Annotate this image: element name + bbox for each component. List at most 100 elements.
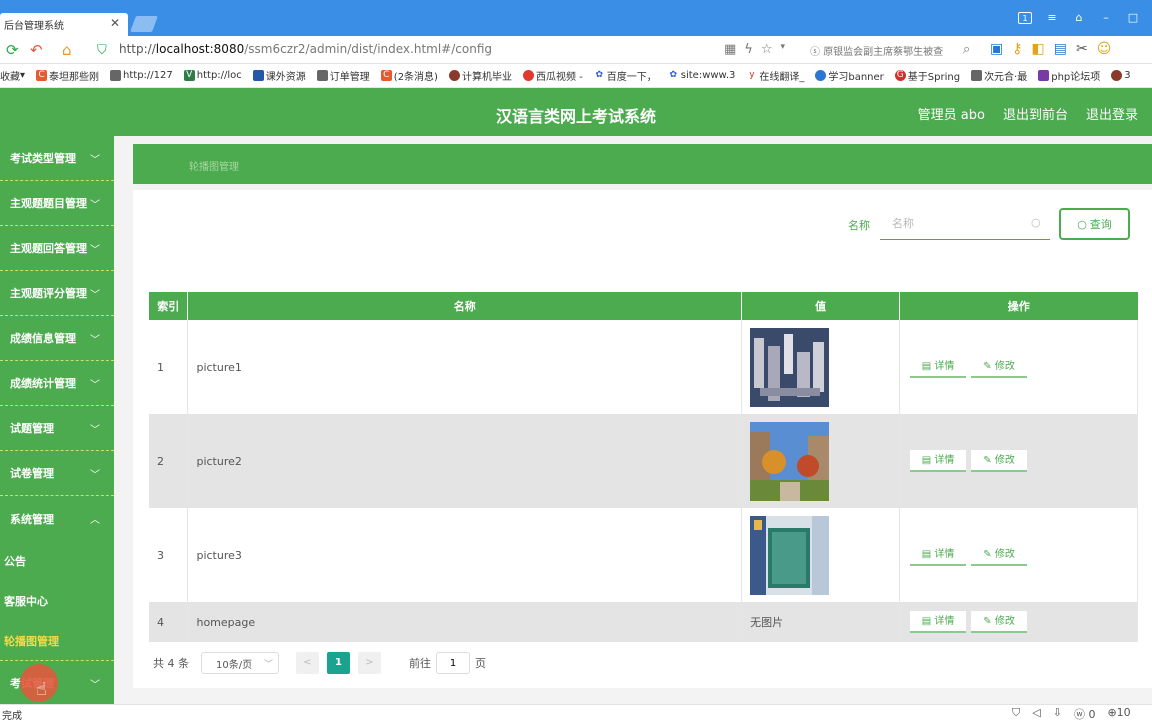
sidebar-subitem-service[interactable]: 客服中心 bbox=[0, 581, 114, 621]
qrcode-icon[interactable]: ▦ bbox=[724, 42, 736, 57]
chevron-down-icon[interactable]: ▾ bbox=[781, 42, 786, 57]
thumbnail-image[interactable] bbox=[750, 421, 830, 501]
bookmark-icon: G bbox=[894, 70, 906, 81]
download-icon[interactable]: ⇩ bbox=[1053, 706, 1062, 720]
key-icon[interactable]: ⚷ bbox=[1012, 41, 1022, 57]
bookmark-item[interactable]: C 泰坦那些刚 bbox=[36, 68, 99, 83]
refresh-icon[interactable]: ⟳ bbox=[6, 42, 19, 58]
sidebar-item-system[interactable]: 系统管理 ︿ bbox=[0, 496, 114, 541]
sidebar-item-subjective-answers[interactable]: 主观题回答管理 ﹀ bbox=[0, 226, 114, 271]
emoji-icon[interactable]: ☺ bbox=[1097, 41, 1112, 57]
detail-button[interactable]: ▤ 详情 bbox=[910, 544, 967, 566]
sidebar-item-questions[interactable]: 试题管理 ﹀ bbox=[0, 406, 114, 451]
zoom-icon[interactable]: ⊕10 bbox=[1107, 706, 1130, 720]
bookmark-item[interactable]: 订单管理 bbox=[316, 68, 370, 83]
logout-link[interactable]: 退出登录 bbox=[1086, 104, 1138, 123]
table-header: 索引 名称 值 操作 bbox=[149, 292, 1138, 320]
close-icon[interactable]: ✕ bbox=[110, 16, 120, 30]
bookmark-item[interactable]: 计算机毕业 bbox=[448, 68, 512, 83]
thumbnail-image[interactable] bbox=[750, 515, 830, 595]
translate-icon[interactable]: ▣ bbox=[990, 41, 1003, 57]
sidebar-item-subjective-questions[interactable]: 主观题题目管理 ﹀ bbox=[0, 181, 114, 226]
address-bar: ⟳ ↶ ⌂ ⛉ http://localhost:8080/ssm6czr2/a… bbox=[0, 36, 1152, 64]
detail-button[interactable]: ▤ 详情 bbox=[910, 450, 967, 472]
skin-icon[interactable]: ⌂ bbox=[1072, 12, 1086, 24]
search-engine-icon: ⓢ bbox=[810, 47, 824, 58]
bookmark-item[interactable]: 次元合·最 bbox=[971, 68, 1027, 83]
document-icon: ▤ bbox=[921, 616, 935, 627]
page-number-button[interactable]: 1 bbox=[327, 652, 350, 674]
url-field[interactable]: http://localhost:8080/ssm6czr2/admin/dis… bbox=[119, 42, 492, 56]
scissors-icon[interactable]: ✂ bbox=[1076, 41, 1088, 57]
sidebar-item-papers[interactable]: 试卷管理 ﹀ bbox=[0, 451, 114, 496]
undo-icon[interactable]: ↶ bbox=[30, 42, 43, 58]
sidebar-subitem-carousel[interactable]: 轮播图管理 bbox=[0, 621, 114, 661]
new-tab-button[interactable] bbox=[130, 16, 158, 32]
bookmark-item[interactable]: http://127 bbox=[110, 70, 173, 81]
counter-icon[interactable]: ⓦ 0 bbox=[1074, 706, 1096, 720]
menu-icon[interactable]: ≡ bbox=[1045, 12, 1059, 24]
minimize-icon[interactable]: – bbox=[1099, 12, 1113, 24]
page-icon bbox=[316, 70, 328, 81]
edit-button[interactable]: ✎ 修改 bbox=[971, 611, 1028, 633]
bookmark-item[interactable]: y 在线翻译_ bbox=[746, 68, 804, 83]
table-row: 2 picture2 ▤ 详情 ✎ 修改 bbox=[149, 414, 1138, 508]
bookmark-icon bbox=[1038, 70, 1050, 81]
lightning-icon[interactable]: ϟ bbox=[744, 42, 753, 57]
shield-check-icon[interactable]: ⛉ bbox=[1012, 706, 1020, 720]
bookmark-item[interactable]: C (2条消息) bbox=[380, 68, 438, 83]
page-size-select[interactable]: 10条/页 ﹀ bbox=[201, 652, 279, 674]
search-hint-text: 原银监会副主席蔡鄂生被查 bbox=[823, 47, 944, 58]
edit-button[interactable]: ✎ 修改 bbox=[971, 356, 1028, 378]
prev-page-button[interactable]: < bbox=[296, 652, 319, 674]
bookmark-item[interactable]: ✿ site:www.3 bbox=[667, 70, 735, 81]
bookmark-item[interactable]: Vhttp://loc bbox=[183, 70, 242, 81]
bookmark-item[interactable]: 收藏 ▾ bbox=[0, 68, 25, 83]
pencil-icon: ✎ bbox=[983, 549, 995, 560]
screenshot-icon[interactable]: ▤ bbox=[1054, 41, 1067, 57]
search-icon[interactable]: ⌕ bbox=[963, 42, 970, 58]
sidebar-item-exam-type[interactable]: 考试类型管理 ﹀ bbox=[0, 136, 114, 181]
hand-cursor-icon: ☝ bbox=[36, 679, 47, 700]
bookmark-icon bbox=[448, 70, 460, 81]
bookmark-item[interactable]: 课外资源 bbox=[252, 68, 306, 83]
thumbnail-image[interactable] bbox=[750, 327, 830, 407]
bookmark-item[interactable]: 西瓜视频 - bbox=[522, 68, 583, 83]
bookmark-item[interactable]: php论坛项 bbox=[1038, 68, 1100, 83]
edit-button[interactable]: ✎ 修改 bbox=[971, 544, 1028, 566]
detail-button[interactable]: ▤ 详情 bbox=[910, 611, 967, 633]
sidebar: 考试类型管理 ﹀ 主观题题目管理 ﹀ 主观题回答管理 ﹀ 主观题评分管理 ﹀ 成绩信息管… bbox=[0, 136, 114, 704]
search-hint[interactable]: ⓢ 原银监会副主席蔡鄂生被查 bbox=[810, 43, 960, 58]
edit-button[interactable]: ✎ 修改 bbox=[971, 450, 1028, 472]
bookmark-icon bbox=[815, 70, 827, 81]
tab-title: 后台管理系统 bbox=[4, 21, 64, 32]
tab-count-icon[interactable]: 1 bbox=[1018, 12, 1032, 24]
sidebar-subitem-notice[interactable]: 公告 bbox=[0, 541, 114, 581]
ext-icon[interactable]: ◧ bbox=[1032, 41, 1045, 57]
carousel-table: 索引 名称 值 操作 1 picture1 ▤ 详情 ✎ 修改 2 pictur… bbox=[149, 292, 1138, 642]
chevron-down-icon: ﹀ bbox=[90, 155, 100, 166]
speaker-icon[interactable]: ◁ bbox=[1032, 706, 1040, 720]
search-input[interactable] bbox=[880, 208, 1050, 240]
search-icon: ○ bbox=[1031, 216, 1041, 229]
browser-tab[interactable]: 后台管理系统 ✕ bbox=[0, 13, 128, 36]
bookmark-item[interactable]: 学习banner bbox=[815, 68, 884, 83]
goto-page-input[interactable] bbox=[436, 652, 470, 674]
sidebar-item-subjective-scoring[interactable]: 主观题评分管理 ﹀ bbox=[0, 271, 114, 316]
chevron-down-icon: ﹀ bbox=[90, 380, 100, 391]
next-page-button[interactable]: > bbox=[358, 652, 381, 674]
bookmark-item[interactable]: ✿ 百度一下， bbox=[593, 68, 657, 83]
sidebar-item-score-info[interactable]: 成绩信息管理 ﹀ bbox=[0, 316, 114, 361]
col-name: 名称 bbox=[187, 292, 743, 320]
detail-button[interactable]: ▤ 详情 bbox=[910, 356, 967, 378]
home-icon[interactable]: ⌂ bbox=[62, 42, 72, 58]
bookmark-item[interactable]: G 基于Spring bbox=[894, 68, 960, 83]
bookmark-item[interactable]: 3 bbox=[1111, 70, 1131, 81]
document-icon: ▤ bbox=[921, 455, 935, 466]
sidebar-item-score-stats[interactable]: 成绩统计管理 ﹀ bbox=[0, 361, 114, 406]
query-button[interactable]: ○ 查询 bbox=[1059, 208, 1130, 240]
col-value: 值 bbox=[741, 292, 901, 320]
back-to-front-link[interactable]: 退出到前台 bbox=[1003, 104, 1068, 123]
star-icon[interactable]: ☆ bbox=[761, 42, 773, 57]
maximize-icon[interactable]: □ bbox=[1126, 12, 1140, 24]
